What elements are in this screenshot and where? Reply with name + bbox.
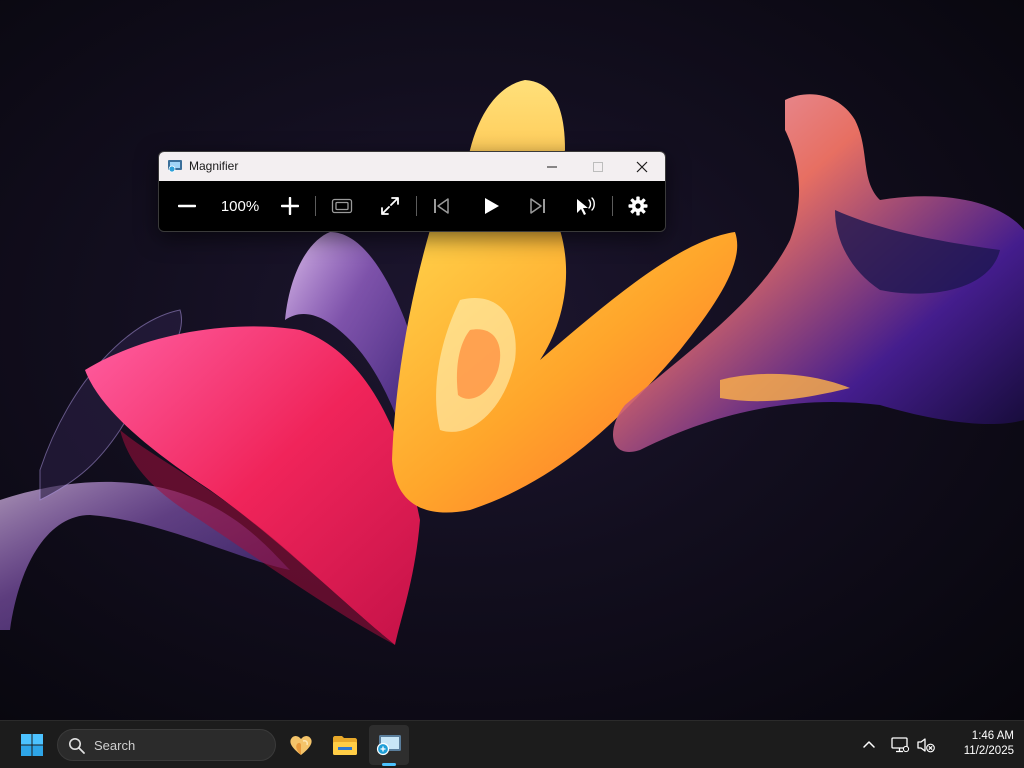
widgets-icon xyxy=(290,736,312,755)
file-explorer-icon xyxy=(333,736,357,755)
magnifier-taskbar-button[interactable] xyxy=(369,725,409,765)
minimize-icon xyxy=(547,166,557,167)
magnifier-window: Magnifier 100% xyxy=(158,151,666,232)
magnifier-app-icon xyxy=(376,735,401,756)
toolbar-divider xyxy=(315,196,316,216)
desktop-background: Magnifier 100% xyxy=(0,0,1024,720)
search-label: Search xyxy=(94,738,136,753)
settings-icon xyxy=(628,196,648,216)
chevron-up-icon[interactable] xyxy=(859,735,879,755)
previous-icon xyxy=(434,198,449,214)
network-icon[interactable] xyxy=(890,735,910,755)
magnifier-title-bar[interactable]: Magnifier xyxy=(159,152,665,181)
magnifier-app-icon xyxy=(168,160,182,173)
system-clock[interactable]: 1:46 AM 11/2/2025 xyxy=(942,729,1014,759)
windows-start-icon xyxy=(21,734,43,756)
file-explorer-button[interactable] xyxy=(325,725,365,765)
clock-time: 1:46 AM xyxy=(971,730,1014,742)
clock-date: 11/2/2025 xyxy=(963,745,1014,757)
play-button[interactable] xyxy=(477,181,505,231)
close-icon xyxy=(636,161,648,172)
magnifier-toolbar: 100% xyxy=(159,181,665,231)
next-icon xyxy=(530,198,545,214)
next-paragraph-button[interactable] xyxy=(524,181,552,231)
zoom-level-display: 100% xyxy=(213,181,267,231)
taskbar: Search 1:46 AM 11/2/2025 xyxy=(0,720,1024,768)
widgets-button[interactable] xyxy=(281,725,321,765)
toolbar-divider xyxy=(612,196,613,216)
change-view-button[interactable] xyxy=(328,181,356,231)
close-button[interactable] xyxy=(619,152,665,181)
zoom-in-button[interactable] xyxy=(276,181,304,231)
play-icon xyxy=(485,198,499,214)
volume-muted-icon[interactable] xyxy=(916,735,936,755)
start-button[interactable] xyxy=(12,725,52,765)
zoom-out-button[interactable] xyxy=(173,181,201,231)
toolbar-divider xyxy=(416,196,417,216)
expand-icon xyxy=(381,197,399,215)
maximize-icon xyxy=(593,161,603,172)
view-icon xyxy=(331,198,353,214)
taskbar-search-box[interactable]: Search xyxy=(57,729,276,761)
maximize-button[interactable] xyxy=(575,152,621,181)
plus-icon xyxy=(281,197,299,215)
previous-paragraph-button[interactable] xyxy=(427,181,455,231)
wallpaper-bloom-art xyxy=(0,80,1024,645)
expand-view-button[interactable] xyxy=(376,181,404,231)
settings-button[interactable] xyxy=(624,181,652,231)
read-from-here-button[interactable] xyxy=(572,181,600,231)
read-from-here-icon xyxy=(577,197,595,215)
magnifier-title: Magnifier xyxy=(189,159,239,173)
search-icon xyxy=(69,738,85,754)
zoom-level-text: 100% xyxy=(220,197,260,215)
minus-icon xyxy=(178,204,196,208)
minimize-button[interactable] xyxy=(529,152,575,181)
active-app-indicator xyxy=(382,763,396,766)
